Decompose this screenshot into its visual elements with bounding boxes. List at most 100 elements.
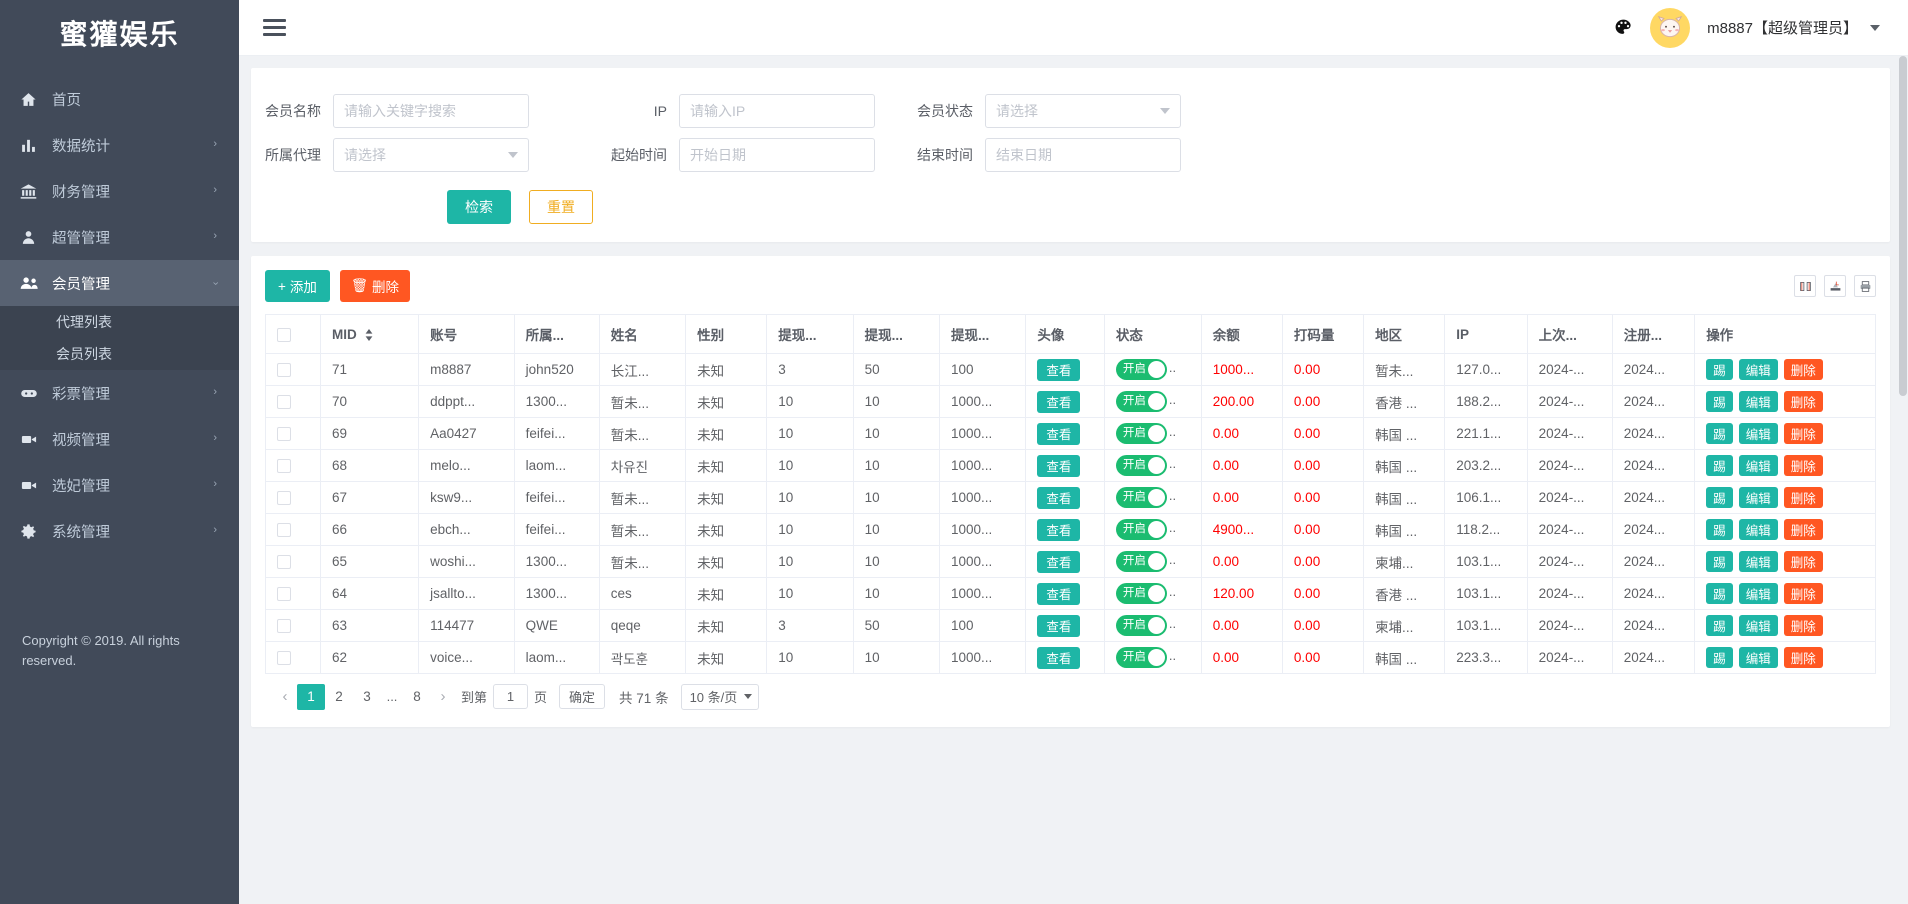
row-checkbox[interactable] [277,523,291,538]
edit-button[interactable]: 编辑 [1738,455,1778,476]
edit-button[interactable]: 编辑 [1738,615,1778,636]
hamburger-icon[interactable] [261,15,288,40]
row-checkbox[interactable] [277,363,291,378]
delete-row-button[interactable]: 删除 [1783,487,1823,508]
row-checkbox[interactable] [277,555,291,570]
edit-button[interactable]: 编辑 [1738,519,1778,540]
sidebar-item-statistics[interactable]: 数据统计 › [0,122,239,168]
goto-page-input[interactable]: 1 [493,684,529,709]
table-row[interactable]: 63 114477 QWE qeqe 未知 3 50 100 查看 开启.. 0.00 0.00 柬埔.… [265,609,1876,642]
search-input-end-date[interactable]: 结束日期 [985,138,1181,172]
sidebar-item-lottery[interactable]: 彩票管理 › [0,370,239,416]
delete-row-button[interactable]: 删除 [1783,615,1823,636]
kick-button[interactable]: 踢 [1706,583,1733,604]
page-2-button[interactable]: 2 [325,684,353,710]
view-avatar-button[interactable]: 查看 [1037,614,1081,637]
next-page-button[interactable]: › [431,684,455,710]
print-icon[interactable] [1854,275,1876,297]
page-last-button[interactable]: 8 [403,684,431,710]
edit-button[interactable]: 编辑 [1738,423,1778,444]
status-toggle[interactable]: 开启 [1115,519,1167,540]
table-row[interactable]: 64 jsallto... 1300... ces 未知 10 10 1000... 查看 开启.… [265,577,1876,610]
scrollbar-thumb[interactable] [1899,56,1907,396]
kick-button[interactable]: 踢 [1706,615,1733,636]
kick-button[interactable]: 踢 [1706,519,1733,540]
view-avatar-button[interactable]: 查看 [1037,358,1081,381]
delete-row-button[interactable]: 删除 [1783,391,1823,412]
edit-button[interactable]: 编辑 [1738,391,1778,412]
row-checkbox[interactable] [277,459,291,474]
row-checkbox[interactable] [277,587,291,602]
kick-button[interactable]: 踢 [1706,423,1733,444]
status-toggle[interactable]: 开启 [1115,583,1167,604]
delete-row-button[interactable]: 删除 [1783,519,1823,540]
table-row[interactable]: 65 woshi... 1300... 暂未... 未知 10 10 1000... 查看 开启.… [265,545,1876,578]
view-avatar-button[interactable]: 查看 [1037,550,1081,573]
delete-row-button[interactable]: 删除 [1783,551,1823,572]
delete-button[interactable]: 🗑 删除 [339,270,411,302]
table-row[interactable]: 71 m8887 john520 长江... 未知 3 50 100 查看 开启.. 1000...… [265,353,1876,386]
table-row[interactable]: 70 ddppt... 1300... 暂未... 未知 10 10 1000... 查看 开启.… [265,385,1876,418]
status-toggle[interactable]: 开启 [1115,391,1167,412]
status-toggle[interactable]: 开启 [1115,359,1167,380]
status-toggle[interactable]: 开启 [1115,455,1167,476]
view-avatar-button[interactable]: 查看 [1037,422,1081,445]
kick-button[interactable]: 踢 [1706,647,1733,668]
add-button[interactable]: + 添加 [265,270,330,302]
user-name[interactable]: m8887【超级管理员】 [1707,17,1858,38]
view-avatar-button[interactable]: 查看 [1037,454,1081,477]
table-row[interactable]: 68 melo... laom... 차유진 未知 10 10 1000... 查看 开启.. 0.… [265,449,1876,482]
row-checkbox[interactable] [277,491,291,506]
row-checkbox[interactable] [277,619,291,634]
status-toggle[interactable]: 开启 [1115,615,1167,636]
sort-icon[interactable] [365,328,373,341]
kick-button[interactable]: 踢 [1706,455,1733,476]
search-input-ip[interactable]: 请输入IP [679,94,875,128]
status-toggle[interactable]: 开启 [1115,551,1167,572]
delete-row-button[interactable]: 删除 [1783,359,1823,380]
sidebar-item-finance[interactable]: 财务管理 › [0,168,239,214]
col-mid[interactable]: MID [320,314,420,354]
table-row[interactable]: 67 ksw9... feifei... 暂未... 未知 10 10 1000... 查看 开启… [265,481,1876,514]
delete-row-button[interactable]: 删除 [1783,647,1823,668]
status-toggle[interactable]: 开启 [1115,487,1167,508]
view-avatar-button[interactable]: 查看 [1037,646,1081,669]
kick-button[interactable]: 踢 [1706,391,1733,412]
search-select-agent[interactable]: 请选择 [333,138,529,172]
view-avatar-button[interactable]: 查看 [1037,582,1081,605]
table-row[interactable]: 69 Aa0427 feifei... 暂未... 未知 10 10 1000... 查看 开启.… [265,417,1876,450]
sidebar-item-members[interactable]: 会员管理 › [0,260,239,306]
columns-icon[interactable] [1794,275,1816,297]
table-row[interactable]: 66 ebch... feifei... 暂未... 未知 10 10 1000... 查看 开启… [265,513,1876,546]
row-checkbox[interactable] [277,427,291,442]
page-scrollbar[interactable] [1898,56,1908,904]
select-all-checkbox[interactable] [277,327,291,342]
status-toggle[interactable]: 开启 [1115,647,1167,668]
edit-button[interactable]: 编辑 [1738,487,1778,508]
sidebar-item-admin[interactable]: 超管管理 › [0,214,239,260]
row-checkbox[interactable] [277,395,291,410]
page-ellipsis[interactable]: ... [381,689,403,704]
view-avatar-button[interactable]: 查看 [1037,390,1081,413]
kick-button[interactable]: 踢 [1706,551,1733,572]
goto-confirm-button[interactable]: 确定 [559,684,606,709]
page-3-button[interactable]: 3 [353,684,381,710]
avatar[interactable] [1650,7,1691,48]
chevron-down-icon[interactable] [1870,24,1880,31]
view-avatar-button[interactable]: 查看 [1037,486,1081,509]
status-toggle[interactable]: 开启 [1115,423,1167,444]
delete-row-button[interactable]: 删除 [1783,455,1823,476]
search-button[interactable]: 检索 [447,190,511,224]
table-row[interactable]: 62 voice... laom... 곽도훈 未知 10 10 1000... 查看 开启.. 0… [265,641,1876,674]
search-input-member-name[interactable]: 请输入关键字搜索 [333,94,529,128]
delete-row-button[interactable]: 删除 [1783,423,1823,444]
sidebar-item-home[interactable]: 首页 [0,76,239,122]
edit-button[interactable]: 编辑 [1738,583,1778,604]
sidebar-subitem-agent-list[interactable]: 代理列表 [0,306,239,338]
edit-button[interactable]: 编辑 [1738,647,1778,668]
search-input-start-date[interactable]: 开始日期 [679,138,875,172]
page-size-select[interactable]: 10 条/页 [680,683,760,710]
palette-icon[interactable] [1614,18,1633,37]
edit-button[interactable]: 编辑 [1738,359,1778,380]
page-1-button[interactable]: 1 [297,683,325,710]
